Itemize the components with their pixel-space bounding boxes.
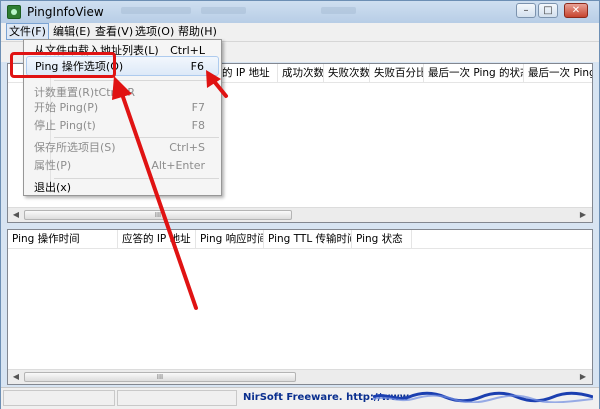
scroll-right-icon[interactable]: ▶ xyxy=(576,371,590,383)
menu-item-shortcut: F7 xyxy=(191,101,205,114)
close-button[interactable]: ✕ xyxy=(564,3,588,18)
blurred-title-text xyxy=(321,7,356,14)
table-header: Ping 操作时间 应答的 IP 地址 Ping 响应时间 Ping TTL 传… xyxy=(8,230,592,249)
menu-item-label: 停止 Ping(t) xyxy=(34,119,96,132)
menu-file[interactable]: 文件(F) xyxy=(6,23,49,40)
column-header-reply-ip[interactable]: 应答的 IP 地址 xyxy=(118,230,196,248)
column-header-failure-percent[interactable]: 失败百分比 xyxy=(370,64,424,82)
menu-item-label: 退出(x) xyxy=(34,181,72,194)
horizontal-scrollbar[interactable]: ◀ III ▶ xyxy=(8,207,592,222)
menu-edit[interactable]: 编辑(E) xyxy=(51,24,93,39)
column-header-ping-status[interactable]: Ping 状态 xyxy=(352,230,412,248)
menu-item-shortcut: F8 xyxy=(191,119,205,132)
status-cell xyxy=(3,390,115,406)
menu-item-label: 属性(P) xyxy=(34,159,72,172)
menu-item-exit[interactable]: 退出(x) xyxy=(26,178,219,198)
annotation-highlight-box xyxy=(10,52,116,78)
menu-item-properties[interactable]: 属性(P) Alt+Enter xyxy=(26,156,219,176)
column-header-ttl[interactable]: Ping TTL 传输时间 xyxy=(264,230,352,248)
column-header-ping-time[interactable]: Ping 操作时间 xyxy=(8,230,118,248)
pinginfoview-app-icon xyxy=(7,5,21,19)
menu-item-stop-ping[interactable]: 停止 Ping(t) F8 xyxy=(26,116,219,136)
blurred-title-text xyxy=(201,7,246,14)
scrollbar-thumb[interactable]: III xyxy=(24,372,296,382)
menu-item-save-selected[interactable]: 保存所选项目(S) Ctrl+S xyxy=(26,138,219,158)
menu-view[interactable]: 查看(V) xyxy=(93,24,135,39)
menu-separator xyxy=(54,80,219,81)
column-header-last-ping-time[interactable]: 最后一次 Ping 的 xyxy=(524,64,592,82)
status-cell xyxy=(117,390,237,406)
window-title: PingInfoView xyxy=(27,5,104,19)
scroll-right-icon[interactable]: ▶ xyxy=(576,209,590,221)
minimize-button[interactable]: – xyxy=(516,3,536,18)
ping-history-table[interactable]: Ping 操作时间 应答的 IP 地址 Ping 响应时间 Ping TTL 传… xyxy=(7,229,593,385)
menu-options[interactable]: 选项(O) xyxy=(133,24,176,39)
maximize-button[interactable]: □ xyxy=(538,3,558,18)
blurred-title-text xyxy=(121,7,191,14)
column-header-ip[interactable]: 的 IP 地址 xyxy=(218,64,278,82)
scroll-left-icon[interactable]: ◀ xyxy=(9,209,23,221)
scroll-left-icon[interactable]: ◀ xyxy=(9,371,23,383)
column-header-last-ping-status[interactable]: 最后一次 Ping 的状态 xyxy=(424,64,524,82)
menu-item-shortcut: F6 xyxy=(190,60,204,73)
horizontal-scrollbar[interactable]: ◀ III ▶ xyxy=(8,369,592,384)
column-header-success-count[interactable]: 成功次数 xyxy=(278,64,324,82)
menu-help[interactable]: 帮助(H) xyxy=(176,24,219,39)
title-bar[interactable]: PingInfoView – □ ✕ xyxy=(1,1,599,23)
column-header-failure-count[interactable]: 失败次数 xyxy=(324,64,370,82)
blurred-url-decoration xyxy=(373,391,593,403)
menu-item-shortcut: Ctrl+S xyxy=(169,141,205,154)
column-header-response-time[interactable]: Ping 响应时间 xyxy=(196,230,264,248)
menu-item-shortcut: Alt+Enter xyxy=(151,159,205,172)
scrollbar-thumb[interactable]: III xyxy=(24,210,292,220)
menu-item-label: 保存所选项目(S) xyxy=(34,141,116,154)
menu-item-start-ping[interactable]: 开始 Ping(P) F7 xyxy=(26,98,219,118)
menu-item-label: 开始 Ping(P) xyxy=(34,101,99,114)
